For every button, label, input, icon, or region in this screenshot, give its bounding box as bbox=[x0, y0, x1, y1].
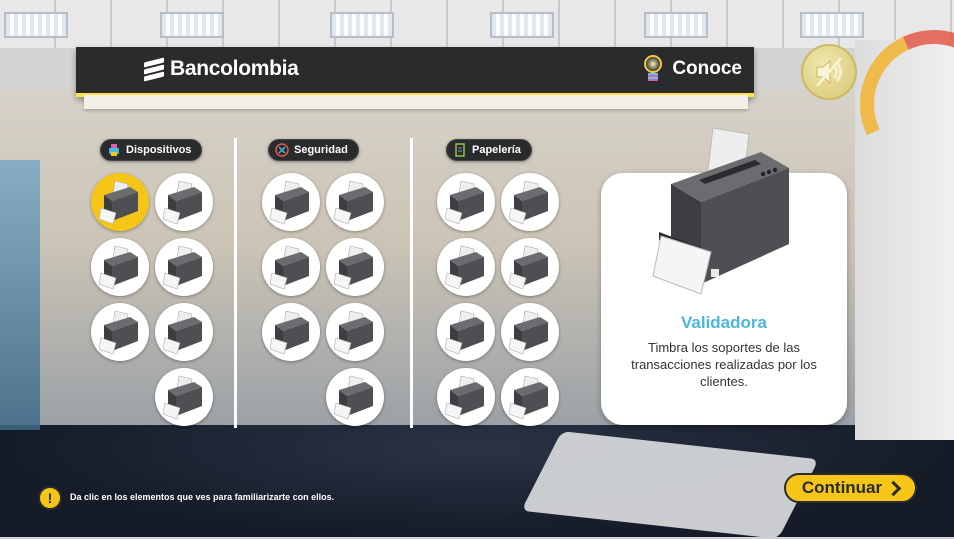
ceiling-lamp bbox=[160, 12, 224, 38]
ceiling-lamp bbox=[330, 12, 394, 38]
brand-logo: Bancolombia bbox=[144, 57, 299, 82]
printer-icon bbox=[333, 180, 373, 225]
detail-description: Timbra los soportes de las transacciones… bbox=[631, 340, 817, 389]
ceiling bbox=[0, 0, 954, 48]
printer-icon bbox=[444, 310, 484, 355]
item-button-papeleria[interactable] bbox=[437, 368, 495, 426]
printer-icon bbox=[508, 375, 548, 420]
printer-icon bbox=[269, 180, 309, 225]
item-button-dispositivos[interactable] bbox=[155, 368, 213, 426]
item-button-seguridad[interactable] bbox=[262, 238, 320, 296]
printer-icon bbox=[162, 310, 202, 355]
printer-icon bbox=[162, 375, 202, 420]
paper-stack-icon bbox=[455, 143, 465, 157]
category-label: Dispositivos bbox=[126, 144, 192, 156]
item-button-papeleria[interactable] bbox=[437, 303, 495, 361]
ceiling-lamp bbox=[800, 12, 864, 38]
printer-icon bbox=[508, 245, 548, 290]
printer-icon bbox=[444, 375, 484, 420]
printer-icon bbox=[333, 375, 373, 420]
printer-icon bbox=[269, 310, 309, 355]
item-button-seguridad[interactable] bbox=[326, 303, 384, 361]
printer-icon bbox=[444, 180, 484, 225]
window-glass bbox=[0, 160, 40, 430]
speaker-muted-icon bbox=[816, 57, 842, 87]
chevron-right-icon bbox=[885, 480, 902, 497]
item-button-dispositivos[interactable] bbox=[91, 303, 149, 361]
sound-toggle-button[interactable] bbox=[801, 44, 857, 100]
item-button-dispositivos[interactable] bbox=[155, 238, 213, 296]
brand-name: Bancolombia bbox=[170, 57, 299, 80]
item-button-papeleria[interactable] bbox=[501, 368, 559, 426]
item-button-dispositivos[interactable] bbox=[155, 303, 213, 361]
item-button-seguridad[interactable] bbox=[326, 368, 384, 426]
bancolombia-logo-icon bbox=[144, 57, 164, 82]
column-divider bbox=[410, 138, 413, 428]
item-button-seguridad[interactable] bbox=[326, 238, 384, 296]
detail-title: Validadora bbox=[681, 313, 767, 332]
item-button-papeleria[interactable] bbox=[501, 173, 559, 231]
info-alert-icon: ! bbox=[38, 486, 62, 510]
item-button-seguridad[interactable] bbox=[262, 173, 320, 231]
validadora-image bbox=[652, 127, 789, 295]
conoce-label: Conoce bbox=[672, 58, 742, 79]
printer-icon bbox=[508, 310, 548, 355]
lightbulb-icon bbox=[642, 55, 664, 83]
printer-icon bbox=[508, 180, 548, 225]
item-button-dispositivos[interactable] bbox=[91, 238, 149, 296]
category-dispositivos: Dispositivos bbox=[100, 139, 203, 161]
printer-icon bbox=[109, 144, 119, 156]
category-label: Papelería bbox=[472, 144, 521, 156]
printer-icon bbox=[98, 245, 138, 290]
printer-icon bbox=[98, 180, 138, 225]
ceiling-lamp bbox=[4, 12, 68, 38]
continue-button[interactable]: Continuar bbox=[784, 473, 917, 503]
item-button-papeleria[interactable] bbox=[501, 303, 559, 361]
printer-icon bbox=[98, 310, 138, 355]
ceiling-lamp bbox=[490, 12, 554, 38]
item-button-dispositivos[interactable] bbox=[91, 173, 149, 231]
printer-icon bbox=[162, 180, 202, 225]
item-button-papeleria[interactable] bbox=[437, 173, 495, 231]
printer-icon bbox=[333, 245, 373, 290]
ceiling-lamp bbox=[644, 12, 708, 38]
printer-icon bbox=[444, 245, 484, 290]
banner-shelf bbox=[84, 95, 748, 109]
conoce-label-group: Conoce bbox=[642, 55, 742, 83]
header-banner: Bancolombia Conoce bbox=[76, 47, 754, 97]
item-button-papeleria[interactable] bbox=[437, 238, 495, 296]
continue-label: Continuar bbox=[801, 478, 883, 497]
column-divider bbox=[234, 138, 237, 428]
item-button-dispositivos[interactable] bbox=[155, 173, 213, 231]
item-button-papeleria[interactable] bbox=[501, 238, 559, 296]
category-label: Seguridad bbox=[294, 144, 348, 156]
hint-text: Da clic en los elementos que ves para fa… bbox=[70, 492, 335, 502]
category-papeleria: Papelería bbox=[446, 139, 532, 161]
printer-icon bbox=[162, 245, 202, 290]
category-seguridad: Seguridad bbox=[268, 139, 359, 161]
shield-icon bbox=[275, 143, 289, 157]
printer-icon bbox=[333, 310, 373, 355]
item-button-seguridad[interactable] bbox=[262, 303, 320, 361]
item-button-seguridad[interactable] bbox=[326, 173, 384, 231]
printer-icon bbox=[269, 245, 309, 290]
